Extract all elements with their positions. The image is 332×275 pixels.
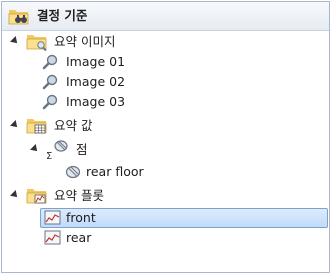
tree-group-label: 요약 값 (54, 118, 93, 133)
image-magnifier-icon (42, 54, 58, 70)
collapse-arrow-icon[interactable] (30, 144, 40, 154)
sigma-point-icon: Σ (46, 140, 68, 160)
tree-item-image-02[interactable]: Image 02 (2, 72, 329, 92)
tree-subgroup-point[interactable]: Σ 점 (2, 140, 329, 160)
tree-item-label: rear floor (86, 164, 144, 179)
image-magnifier-icon (42, 74, 58, 90)
folder-plot-icon (26, 189, 47, 204)
folder-table-icon (26, 119, 47, 134)
tree-item-label: Image 03 (66, 94, 126, 109)
collapse-arrow-icon[interactable] (10, 120, 20, 130)
plot-icon (44, 210, 61, 225)
tree-item-rear[interactable]: rear (2, 228, 329, 248)
tree-item-image-01[interactable]: Image 01 (2, 52, 329, 72)
tree-item-label: front (66, 210, 96, 225)
point-icon (65, 165, 81, 179)
image-magnifier-icon (42, 94, 58, 110)
collapse-arrow-icon[interactable] (10, 190, 20, 200)
tree-item-rear-floor[interactable]: rear floor (2, 162, 329, 182)
tree-group-label: 요약 이미지 (54, 34, 116, 49)
tree-subgroup-label: 점 (76, 142, 88, 157)
folder-binoculars-icon (8, 10, 29, 25)
tree-group-summary-plots[interactable]: 요약 플롯 (2, 186, 329, 206)
decision-criteria-tree: 결정 기준 요약 이미지 Image 01 Image 02 Image 03 … (1, 1, 330, 273)
tree-item-label: rear (66, 230, 92, 245)
tree-group-summary-values[interactable]: 요약 값 (2, 116, 329, 136)
tree-item-image-03[interactable]: Image 03 (2, 92, 329, 112)
tree-item-front[interactable]: front (2, 208, 329, 228)
plot-icon (44, 230, 61, 245)
tree-root-header[interactable]: 결정 기준 (2, 2, 329, 31)
svg-text:Σ: Σ (46, 151, 52, 160)
collapse-arrow-icon[interactable] (10, 36, 20, 46)
tree-group-label: 요약 플롯 (54, 188, 104, 203)
folder-image-icon (26, 35, 47, 52)
tree-root-label: 결정 기준 (37, 8, 88, 23)
tree-item-label: Image 02 (66, 74, 126, 89)
tree-item-label: Image 01 (66, 54, 126, 69)
tree-group-summary-images[interactable]: 요약 이미지 (2, 32, 329, 52)
